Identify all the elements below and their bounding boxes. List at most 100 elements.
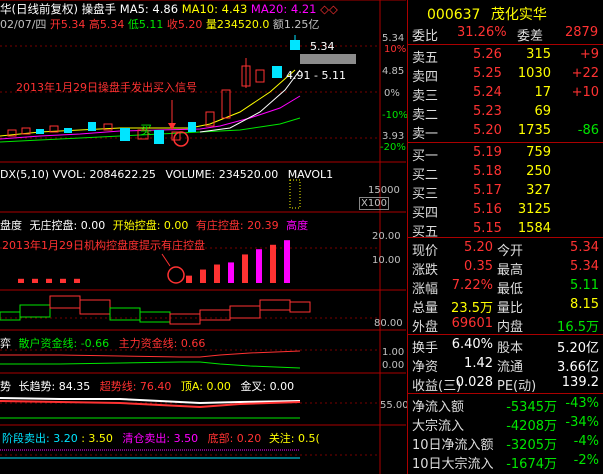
control-bar xyxy=(60,278,66,283)
sell-label: 卖三 xyxy=(412,89,439,104)
stat-value: 7.22% xyxy=(451,278,493,293)
flow-pct: -2% xyxy=(573,453,599,468)
box-panel-lines xyxy=(0,295,311,325)
sell-label: 卖四 xyxy=(412,70,439,85)
bar-open: 开5.34 xyxy=(49,18,86,31)
buy-volume: 3125 xyxy=(517,202,551,217)
sell-label: 卖二 xyxy=(412,108,439,123)
flow-label: 大宗流入 xyxy=(412,419,465,434)
buy-row: 买五 5.15 1584 xyxy=(407,221,603,240)
ctrl-high-control: 高度 xyxy=(286,219,309,232)
price-label-range: 4.91 - 5.11 xyxy=(286,69,346,82)
stat-row: 涨跌 0.35 最高 5.34 xyxy=(407,259,603,278)
sell-change: -86 xyxy=(577,123,599,138)
fund-title: 弈 xyxy=(0,337,11,350)
bar-amount: 额1.25亿 xyxy=(272,18,320,31)
stat2-value-2: 5.20亿 xyxy=(557,341,599,356)
stat-value: 0.35 xyxy=(464,259,493,274)
stage-val2: : 3.50 xyxy=(81,432,113,445)
ma20-label: MA20: 4.21 xyxy=(250,2,317,16)
stat2-label-2: 流通 xyxy=(497,360,524,375)
ctrl-axis-1: 20.00 xyxy=(372,231,401,242)
stat2-value-2: 139.2 xyxy=(561,375,599,390)
sell-price: 5.23 xyxy=(473,104,502,119)
quote-panel: 000637 茂化实华 委比 31.26% 委差 2879 卖五 5.26 315 +… xyxy=(407,0,603,474)
kline-chart-area[interactable]: 华(日线前复权) 操盘手 MA5: 4.86 MA10: 4.43 MA20: … xyxy=(0,0,409,474)
stat2-value: 6.40% xyxy=(451,337,493,352)
stat-label-2: 最高 xyxy=(497,263,524,278)
control-signal-annotation: 2013年1月29日机构控盘度提示有庄控盘 xyxy=(2,239,205,252)
stat-label-2: 今开 xyxy=(497,244,524,259)
control-bar xyxy=(270,244,276,283)
control-bar xyxy=(18,278,24,283)
stat-value: 5.20 xyxy=(464,240,493,255)
flow-pct: -34% xyxy=(565,415,599,430)
stat-row: 涨幅 7.22% 最低 5.11 xyxy=(407,278,603,297)
axis-pct-3: -10% xyxy=(382,110,408,121)
stat-label: 现价 xyxy=(412,244,439,259)
buy-volume: 759 xyxy=(526,145,551,160)
bar-date: 02/07/四 xyxy=(0,18,47,31)
main-fund-line xyxy=(0,350,301,358)
bar-volume: 量234520.0 xyxy=(205,18,270,31)
bar-close: 收5.20 xyxy=(166,18,203,31)
buy-price: 5.19 xyxy=(473,145,502,160)
buy-row: 买二 5.18 250 xyxy=(407,164,603,183)
buy-marker: 买 xyxy=(140,123,153,137)
control-bar xyxy=(214,264,220,283)
weibi-value: 31.26% xyxy=(457,25,507,40)
stat2-label: 收益(三) xyxy=(412,379,462,394)
stat-label: 涨幅 xyxy=(412,282,439,297)
sell-volume: 17 xyxy=(534,85,551,100)
stat2-value-2: 3.66亿 xyxy=(557,360,599,375)
stat-label-2: 内盘 xyxy=(497,320,524,335)
control-bar xyxy=(200,269,206,283)
chart-title: 华(日线前复权) xyxy=(0,2,78,16)
control-signal-circle xyxy=(167,266,185,284)
stat-value: 23.5万 xyxy=(451,301,493,316)
flow-pct: -43% xyxy=(565,396,599,411)
vol-volume: VOLUME: 234520.00 xyxy=(165,168,279,181)
sell-change: +9 xyxy=(579,47,599,62)
stat-row: 外盘 69601 内盘 16.5万 xyxy=(407,316,603,335)
ctrl-start-control: 开始控盘: 0.00 xyxy=(112,219,189,232)
weibi-row: 委比 31.26% 委差 2879 xyxy=(407,25,603,44)
flow-value: -3205万 xyxy=(506,438,557,453)
stage-bottom: 底部: 0.20 xyxy=(207,432,262,445)
axis-pct-2: 0% xyxy=(384,88,400,99)
sell-price: 5.25 xyxy=(473,66,502,81)
flow-label: 净流入额 xyxy=(412,400,465,415)
stat2-row: 净资 1.42 流通 3.66亿 xyxy=(407,356,603,375)
weibi-label: 委比 xyxy=(412,29,439,44)
indicator-name[interactable]: 操盘手 xyxy=(82,2,117,16)
stat-value-2: 5.34 xyxy=(570,259,599,274)
control-bar xyxy=(46,278,52,283)
sell-volume: 315 xyxy=(526,47,551,62)
stock-name[interactable]: 茂化实华 xyxy=(491,7,547,23)
stat2-label-2: PE(动) xyxy=(497,379,537,394)
flow-label: 10日净流入额 xyxy=(412,438,494,453)
trend-super: 超势线: 76.40 xyxy=(99,380,172,393)
sell-row: 卖五 5.26 315 +9 xyxy=(407,47,603,66)
buy-volume: 327 xyxy=(526,183,551,198)
stat-value-2: 8.15 xyxy=(570,297,599,312)
flow-row: 10日大宗流入 -1674万 -2% xyxy=(407,453,603,472)
box-axis: 80.00 xyxy=(374,318,403,329)
buy-signal-annotation: 2013年1月29日操盘手发出买入信号 xyxy=(16,81,197,94)
stat-label-2: 量比 xyxy=(497,301,524,316)
price-label-high: 5.34 xyxy=(310,40,335,53)
buy-price: 5.18 xyxy=(473,164,502,179)
stat2-value: 0.028 xyxy=(455,375,493,390)
sell-price: 5.20 xyxy=(473,123,502,138)
vol-multiplier: X100 xyxy=(359,197,389,210)
control-bar xyxy=(186,275,192,283)
buy-row: 买一 5.19 759 xyxy=(407,145,603,164)
weicha-value: 2879 xyxy=(565,25,599,40)
flow-value: -4208万 xyxy=(506,419,557,434)
flow-row: 10日净流入额 -3205万 -4% xyxy=(407,434,603,453)
buy-volume: 250 xyxy=(526,164,551,179)
stock-code[interactable]: 000637 xyxy=(427,7,480,23)
vol-vvol: VVOL: 2084622.25 xyxy=(52,168,156,181)
stat2-value: 1.42 xyxy=(464,356,493,371)
ma-more-icon[interactable]: ◇◇ xyxy=(320,2,338,16)
